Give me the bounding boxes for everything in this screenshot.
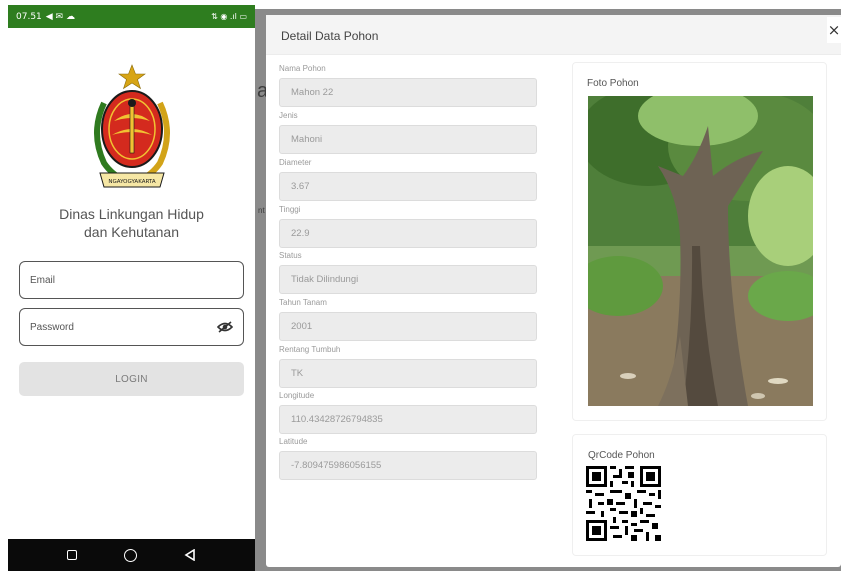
- field-value-longitude: 110.43428726794835: [291, 414, 383, 425]
- photo-label: Foto Pohon: [587, 78, 639, 89]
- field-tahun-tanam[interactable]: 2001: [279, 312, 537, 341]
- agency-name-line2: dan Kehutanan: [84, 224, 179, 240]
- back-icon[interactable]: [184, 549, 196, 561]
- field-status[interactable]: Tidak Dilindungi: [279, 265, 537, 294]
- field-label-nama-pohon: Nama Pohon: [279, 64, 326, 73]
- field-value-diameter: 3.67: [291, 181, 310, 192]
- qr-code-image: [586, 466, 661, 541]
- field-label-jenis: Jenis: [279, 111, 298, 120]
- password-placeholder: Password: [30, 321, 74, 333]
- email-field[interactable]: Email: [19, 261, 244, 299]
- login-button[interactable]: LOGIN: [19, 362, 244, 396]
- status-right-icons: ⇅ ◉ .ıl ▭: [211, 12, 247, 21]
- field-label-tinggi: Tinggi: [279, 205, 301, 214]
- field-value-rentang-tumbuh: TK: [291, 368, 304, 379]
- field-label-status: Status: [279, 251, 302, 260]
- tree-photo: [588, 96, 813, 406]
- field-value-nama-pohon: Mahon 22: [291, 87, 334, 98]
- close-button[interactable]: ×: [827, 17, 841, 43]
- logo-ribbon-text: NGAYOGYAKARTA: [108, 179, 155, 185]
- email-placeholder: Email: [30, 274, 56, 286]
- agency-name: Dinas Linkungan Hidup dan Kehutanan: [8, 205, 255, 241]
- field-jenis[interactable]: Mahoni: [279, 125, 537, 154]
- field-latitude[interactable]: -7.809475986056155: [279, 451, 537, 480]
- home-icon[interactable]: [123, 548, 137, 562]
- login-button-label: LOGIN: [115, 373, 148, 385]
- field-label-diameter: Diameter: [279, 158, 312, 167]
- android-navigation-bar: [8, 539, 255, 571]
- field-tinggi[interactable]: 22.9: [279, 219, 537, 248]
- dlhk-logo: NGAYOGYAKARTA: [94, 64, 170, 188]
- field-value-status: Tidak Dilindungi: [291, 274, 359, 285]
- password-field[interactable]: Password: [19, 308, 244, 346]
- field-diameter[interactable]: 3.67: [279, 172, 537, 201]
- field-longitude[interactable]: 110.43428726794835: [279, 405, 537, 434]
- status-bar: 07.51 ◀ ✉ ☁ ⇅ ◉ .ıl ▭: [8, 5, 255, 28]
- field-nama-pohon[interactable]: Mahon 22: [279, 78, 537, 107]
- field-label-tahun-tanam: Tahun Tanam: [279, 298, 327, 307]
- eye-off-icon[interactable]: [217, 321, 233, 333]
- status-time: 07.51: [16, 11, 42, 22]
- field-label-longitude: Longitude: [279, 391, 315, 400]
- recents-icon[interactable]: [66, 550, 77, 560]
- screenshot-root: 07.51 ◀ ✉ ☁ ⇅ ◉ .ıl ▭ NGAYOGYAKARTA Dina…: [0, 0, 841, 571]
- field-value-latitude: -7.809475986056155: [291, 460, 382, 471]
- field-rentang-tumbuh[interactable]: TK: [279, 359, 537, 388]
- status-left-icons: ◀ ✉ ☁: [45, 11, 75, 22]
- modal-title: Detail Data Pohon: [281, 29, 379, 43]
- field-label-latitude: Latitude: [279, 437, 308, 446]
- agency-name-line1: Dinas Linkungan Hidup: [59, 206, 204, 222]
- qr-label: QrCode Pohon: [588, 450, 655, 461]
- field-value-tinggi: 22.9: [291, 228, 310, 239]
- field-value-jenis: Mahoni: [291, 134, 323, 145]
- underlying-page-text-2: nt: [258, 206, 265, 215]
- field-label-rentang-tumbuh: Rentang Tumbuh: [279, 345, 341, 354]
- field-value-tahun-tanam: 2001: [291, 321, 313, 332]
- modal-header: Detail Data Pohon: [266, 15, 841, 55]
- phone-login-screen: 07.51 ◀ ✉ ☁ ⇅ ◉ .ıl ▭ NGAYOGYAKARTA Dina…: [8, 5, 255, 571]
